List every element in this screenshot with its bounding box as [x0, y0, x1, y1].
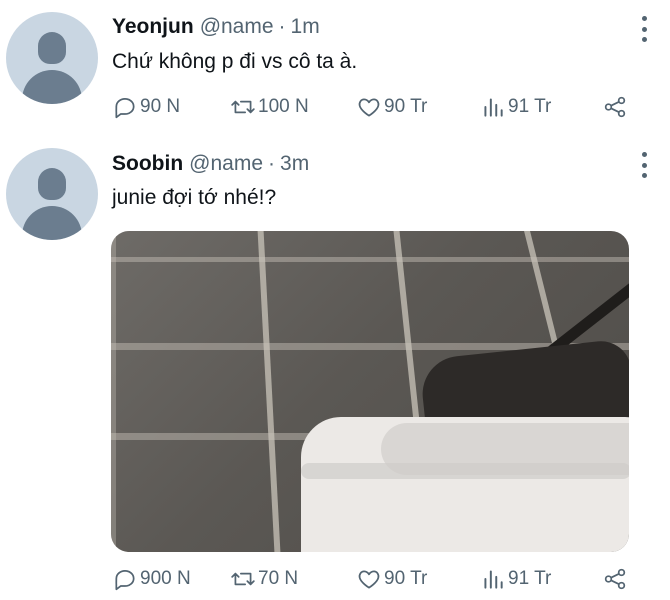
- retweet-button[interactable]: 100 N: [230, 94, 309, 120]
- floor-grout-line: [524, 231, 560, 351]
- floor-grout-line: [111, 231, 116, 552]
- tweet-header: Yeonjun @name · 1m: [112, 15, 320, 39]
- avatar-body-shape: [22, 206, 82, 240]
- retweet-icon: [230, 94, 256, 120]
- floor-grout-line: [257, 231, 281, 552]
- display-name[interactable]: Yeonjun: [112, 15, 194, 38]
- retweet-count: 70 N: [258, 568, 299, 589]
- avatar[interactable]: [6, 148, 98, 240]
- timestamp[interactable]: 3m: [280, 152, 309, 175]
- heart-icon: [356, 94, 382, 120]
- like-count: 90 Tr: [384, 568, 428, 589]
- user-handle[interactable]: @name: [200, 15, 274, 38]
- action-bar: 90 N 100 N 90 Tr 91 Tr: [112, 94, 642, 124]
- tweet[interactable]: Soobin @name · 3m junie đợi tớ nhé!? 900 N …: [0, 140, 670, 600]
- share-icon: [602, 94, 628, 120]
- view-count: 91 Tr: [508, 96, 552, 117]
- reply-count: 90 N: [140, 96, 181, 117]
- floor-grout-line: [111, 257, 629, 262]
- separator-dot: ·: [268, 152, 276, 175]
- action-bar: 900 N 70 N 90 Tr 91 Tr: [112, 566, 642, 596]
- separator-dot: ·: [278, 15, 286, 38]
- view-count: 91 Tr: [508, 568, 552, 589]
- comment-icon: [112, 566, 138, 592]
- avatar-head-shape: [38, 168, 66, 200]
- reply-count: 900 N: [140, 568, 191, 589]
- more-vertical-icon[interactable]: [642, 152, 648, 178]
- tweet[interactable]: Yeonjun @name · 1m Chứ không p đi vs cô ta …: [0, 0, 670, 140]
- views-chart-icon: [480, 94, 506, 120]
- reply-button[interactable]: 90 N: [112, 94, 180, 120]
- share-button[interactable]: [602, 94, 628, 120]
- avatar[interactable]: [6, 12, 98, 104]
- more-vertical-icon[interactable]: [642, 16, 648, 42]
- like-button[interactable]: 90 Tr: [356, 94, 427, 120]
- like-count: 90 Tr: [384, 96, 428, 117]
- like-button[interactable]: 90 Tr: [356, 566, 427, 592]
- share-button[interactable]: [602, 566, 628, 592]
- comment-icon: [112, 94, 138, 120]
- retweet-icon: [230, 566, 256, 592]
- tweet-text: junie đợi tớ nhé!?: [112, 186, 277, 209]
- tweet-text: Chứ không p đi vs cô ta à.: [112, 50, 358, 73]
- timestamp[interactable]: 1m: [291, 15, 320, 38]
- share-icon: [602, 566, 628, 592]
- display-name[interactable]: Soobin: [112, 152, 183, 175]
- tweet-header: Soobin @name · 3m: [112, 152, 309, 176]
- photo-cloth-fold: [301, 463, 629, 479]
- retweet-count: 100 N: [258, 96, 309, 117]
- views-button[interactable]: 91 Tr: [480, 94, 551, 120]
- tweet-photo[interactable]: [111, 231, 629, 552]
- retweet-button[interactable]: 70 N: [230, 566, 298, 592]
- views-chart-icon: [480, 566, 506, 592]
- avatar-head-shape: [38, 32, 66, 64]
- heart-icon: [356, 566, 382, 592]
- reply-button[interactable]: 900 N: [112, 566, 191, 592]
- views-button[interactable]: 91 Tr: [480, 566, 551, 592]
- user-handle[interactable]: @name: [189, 152, 263, 175]
- avatar-body-shape: [22, 70, 82, 104]
